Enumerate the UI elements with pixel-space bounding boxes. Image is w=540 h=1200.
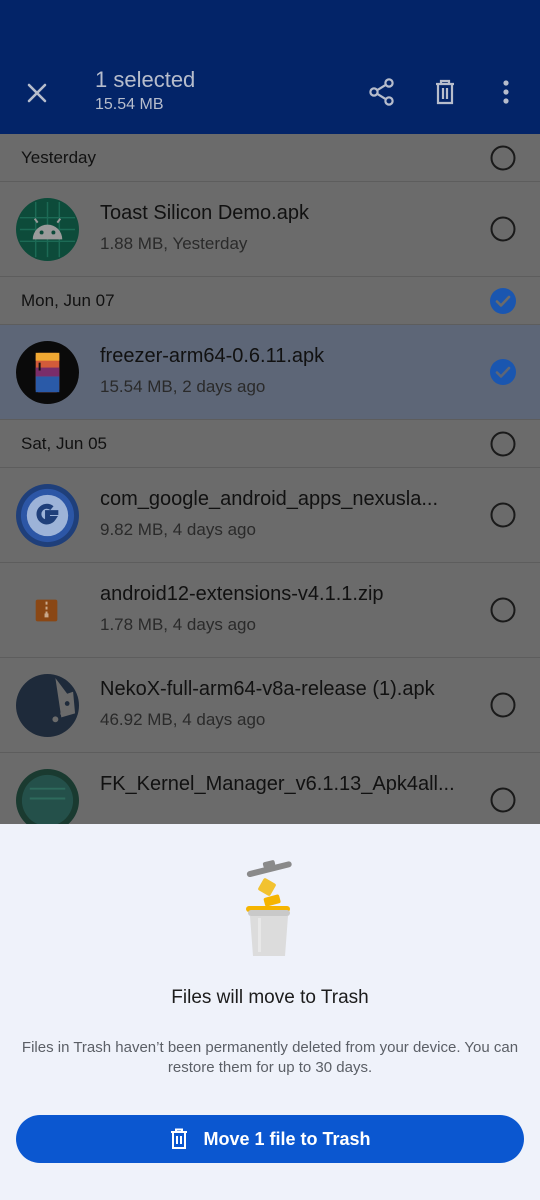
date-header-label: Mon, Jun 07 [21, 291, 115, 310]
sheet-heading: Files will move to Trash [171, 987, 369, 1008]
sheet-description: Files in Trash haven’t been permanently … [21, 1039, 519, 1076]
radio-unchecked-icon[interactable] [490, 502, 516, 528]
close-icon[interactable] [22, 78, 52, 108]
trash-icon[interactable] [429, 76, 461, 108]
file-name: freezer-arm64-0.6.11.apk [100, 345, 325, 367]
move-to-trash-label: Move 1 file to Trash [203, 1128, 371, 1149]
selection-size: 15.54 MB [95, 96, 164, 113]
checked-circle-icon[interactable] [490, 288, 516, 314]
radio-unchecked-icon[interactable] [490, 431, 516, 457]
radio-unchecked-icon[interactable] [490, 597, 516, 623]
nekox-icon [16, 674, 79, 737]
file-meta: 15.54 MB, 2 days ago [100, 377, 266, 396]
date-header: Yesterday [0, 134, 540, 182]
file-row[interactable]: com_google_android_apps_nexusla... 9.82 … [0, 468, 540, 563]
file-meta: 1.78 MB, 4 days ago [100, 615, 256, 634]
google-g-icon [16, 484, 79, 547]
file-meta: 46.92 MB, 4 days ago [100, 710, 266, 729]
date-header: Sat, Jun 05 [0, 420, 540, 468]
date-header-label: Yesterday [21, 148, 96, 167]
file-row-selected[interactable]: freezer-arm64-0.6.11.apk 15.54 MB, 2 day… [0, 325, 540, 420]
trash-icon [171, 1128, 188, 1149]
file-name: NekoX-full-arm64-v8a-release (1).apk [100, 678, 435, 700]
file-name: android12-extensions-v4.1.1.zip [100, 583, 384, 605]
more-vert-icon[interactable] [490, 76, 522, 108]
fk-kernel-icon [16, 769, 79, 824]
android-icon [16, 198, 79, 261]
file-row[interactable]: NekoX-full-arm64-v8a-release (1).apk 46.… [0, 658, 540, 753]
file-row[interactable]: android12-extensions-v4.1.1.zip 1.78 MB,… [0, 563, 540, 658]
zip-file-icon [35, 599, 58, 622]
trash-can-illustration [246, 860, 292, 956]
move-to-trash-button[interactable]: Move 1 file to Trash [16, 1115, 524, 1163]
file-name: FK_Kernel_Manager_v6.1.13_Apk4all... [100, 773, 455, 795]
date-header-label: Sat, Jun 05 [21, 434, 108, 453]
selection-count: 1 selected [95, 67, 196, 92]
checked-circle-icon[interactable] [490, 359, 516, 385]
move-to-trash-sheet: Files will move to Trash Files in Trash … [0, 824, 540, 1200]
file-list: Yesterday Toast Silicon Demo.apk 1.88 MB… [0, 134, 540, 824]
file-name: com_google_android_apps_nexusla... [100, 488, 439, 510]
radio-unchecked-icon[interactable] [490, 145, 516, 171]
share-icon[interactable] [366, 76, 398, 108]
freezer-app-icon [16, 341, 79, 404]
selection-app-bar: 1 selected 15.54 MB [0, 0, 540, 134]
file-row[interactable]: Toast Silicon Demo.apk 1.88 MB, Yesterda… [0, 182, 540, 277]
file-row[interactable]: FK_Kernel_Manager_v6.1.13_Apk4all... [0, 753, 540, 824]
radio-unchecked-icon[interactable] [490, 692, 516, 718]
file-meta: 9.82 MB, 4 days ago [100, 520, 256, 539]
file-name: Toast Silicon Demo.apk [100, 202, 309, 224]
date-header: Mon, Jun 07 [0, 277, 540, 325]
file-meta: 1.88 MB, Yesterday [100, 234, 248, 253]
radio-unchecked-icon[interactable] [490, 787, 516, 813]
radio-unchecked-icon[interactable] [490, 216, 516, 242]
